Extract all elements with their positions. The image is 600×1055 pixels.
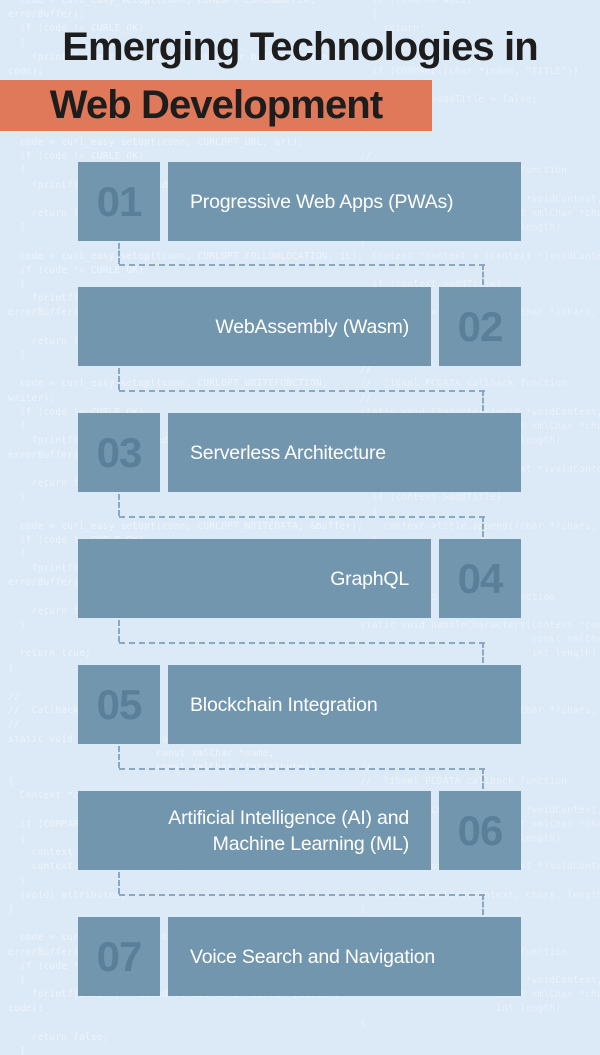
connector-segment-vertical-right <box>482 767 484 789</box>
technology-number-box: 07 <box>78 917 160 996</box>
connector-segment-vertical-left <box>118 368 120 390</box>
connector-segment-vertical-left <box>118 243 120 264</box>
technology-row: 01 Progressive Web Apps (PWAs) <box>78 162 521 241</box>
technology-number-box: 03 <box>78 413 160 492</box>
connector-segment-vertical-left <box>118 620 120 642</box>
connector-segment-horizontal <box>119 264 485 266</box>
technology-label: GraphQL <box>330 567 409 590</box>
technology-label-box: Artificial Intelligence (AI) and Machine… <box>78 791 431 870</box>
technology-row: 02 WebAssembly (Wasm) <box>78 287 521 366</box>
connector-segment-horizontal <box>119 893 485 896</box>
technology-number: 04 <box>457 554 504 602</box>
connector-segment-horizontal <box>119 389 485 392</box>
connector-segment-vertical-right <box>482 641 484 663</box>
technology-label-box: WebAssembly (Wasm) <box>78 287 431 366</box>
technology-row: 07 Voice Search and Navigation <box>78 917 521 996</box>
technology-number: 05 <box>96 680 143 728</box>
technology-row: 03 Serverless Architecture <box>78 413 521 492</box>
technology-number-box: 02 <box>439 287 521 366</box>
technology-number-box: 06 <box>439 791 521 870</box>
page-title-line-2: Web Development <box>49 83 383 127</box>
connector-segment-vertical-left <box>118 746 120 768</box>
connector-segment-vertical-left <box>118 872 120 894</box>
technology-label: WebAssembly (Wasm) <box>215 315 409 338</box>
technology-row: 04 GraphQL <box>78 539 521 618</box>
technology-number-box: 05 <box>78 665 160 744</box>
technology-label-box: Progressive Web Apps (PWAs) <box>168 162 521 241</box>
technology-label-box: Voice Search and Navigation <box>168 917 521 996</box>
technology-row: 06 Artificial Intelligence (AI) and Machi… <box>78 791 521 870</box>
connector-segment-vertical-right <box>482 893 484 915</box>
connector-segment-horizontal <box>119 641 485 644</box>
technology-number: 07 <box>96 932 143 980</box>
connector-segment-vertical-left <box>118 494 120 516</box>
technology-number-box: 01 <box>78 162 160 241</box>
technology-label: Serverless Architecture <box>190 441 386 464</box>
technology-row: 05 Blockchain Integration <box>78 665 521 744</box>
technology-number: 01 <box>96 177 143 225</box>
technology-number-box: 04 <box>439 539 521 618</box>
connector-segment-vertical-right <box>482 389 484 411</box>
technology-number: 03 <box>96 428 143 476</box>
connector-segment-horizontal <box>119 767 485 770</box>
technology-label-box: GraphQL <box>78 539 431 618</box>
technology-number: 06 <box>457 806 504 854</box>
technology-label-box: Blockchain Integration <box>168 665 521 744</box>
technology-label: Artificial Intelligence (AI) and Machine… <box>168 806 409 855</box>
technology-list: 01 Progressive Web Apps (PWAs) 02 WebAssemb… <box>0 0 600 1055</box>
technology-label: Blockchain Integration <box>190 693 378 716</box>
connector-segment-vertical-right <box>482 515 484 537</box>
technology-label-box: Serverless Architecture <box>168 413 521 492</box>
technology-number: 02 <box>457 302 504 350</box>
connector-segment-horizontal <box>119 515 485 518</box>
page-title-line-1: Emerging Technologies in <box>62 25 538 69</box>
technology-label: Voice Search and Navigation <box>190 945 436 968</box>
technology-label: Progressive Web Apps (PWAs) <box>190 190 454 213</box>
connector-segment-vertical-right <box>482 264 484 285</box>
